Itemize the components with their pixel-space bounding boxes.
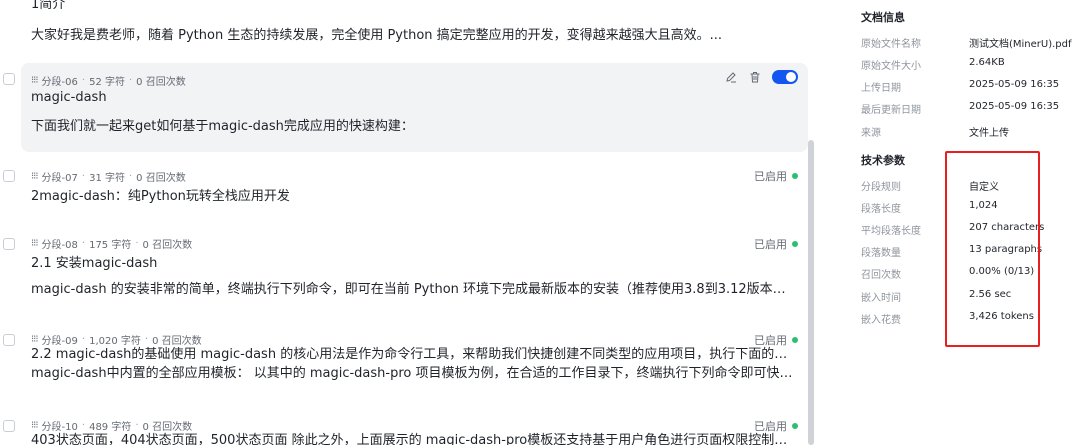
doc-info-row: 来源 文件上传	[861, 124, 1076, 139]
doc-info-row: 上传日期 2025-05-09 16:35	[861, 79, 1076, 94]
segment-id: 分段-08	[41, 240, 78, 251]
hash-icon: ⁝⁝⁝	[31, 171, 38, 182]
segment-checkbox[interactable]	[3, 73, 15, 85]
segment-body: 2.2 magic-dash的基础使用 magic-dash 的核心用法是作为命…	[31, 345, 794, 383]
doc-info-row: 原始文件大小 2.64KB	[861, 57, 1076, 72]
segment-checkbox[interactable]	[3, 334, 15, 346]
hash-icon: ⁝⁝⁝	[31, 420, 38, 431]
segment-item-06[interactable]: ⁝⁝⁝ 分段-06 · 52 字符 · 0 召回次数 magic-dash 下面…	[0, 63, 808, 153]
segment-card[interactable]: ⁝⁝⁝ 分段-08 · 175 字符 · 0 召回次数 已启用 2.1 安装ma…	[21, 233, 808, 303]
trash-icon[interactable]	[748, 70, 762, 84]
info-key: 来源	[861, 128, 881, 139]
segment-body: magic-dash 的安装非常的简单，终端执行下列命令，即可在当前 Pytho…	[31, 280, 794, 299]
segment-recalls: 0 召回次数	[136, 77, 186, 88]
segment-body-line: magic-dash中内置的全部应用模板： 以其中的 magic-dash-pr…	[31, 366, 794, 381]
segment-id: 分段-07	[41, 173, 78, 184]
hash-icon: ⁝⁝⁝	[31, 238, 38, 249]
info-value: 测试文档(MinerU).pdf	[969, 39, 1072, 50]
segment-checkbox[interactable]	[3, 238, 15, 250]
segment-recalls: 0 召回次数	[142, 240, 193, 251]
segment-item-08[interactable]: ⁝⁝⁝ 分段-08 · 175 字符 · 0 召回次数 已启用 2.1 安装ma…	[0, 233, 808, 303]
intro-text: 大家好我是费老师，随着 Python 生态的持续发展，完全使用 Python 搞…	[31, 28, 723, 43]
info-key: 上传日期	[861, 83, 901, 94]
doc-info-heading: 文档信息	[861, 11, 905, 24]
segment-body: 下面我们就一起来get如何基于magic-dash完成应用的快速构建：	[31, 117, 794, 136]
info-value: 2025-05-09 16:35	[969, 79, 1060, 90]
segment-status: 已启用	[754, 236, 798, 252]
segment-meta: ⁝⁝⁝ 分段-07 · 31 字符 · 0 召回次数	[31, 171, 186, 184]
doc-info-row: 最后更新日期 2025-05-09 16:35	[861, 101, 1076, 116]
info-key: 最后更新日期	[861, 105, 921, 116]
segment-body-line: magic-dash 的安装非常的简单，终端执行下列命令，即可在当前 Pytho…	[31, 282, 794, 297]
segment-card[interactable]: ⁝⁝⁝ 分段-09 · 1,020 字符 · 0 召回次数 已启用 2.2 ma…	[21, 329, 808, 389]
status-dot-icon	[792, 241, 798, 247]
status-dot-icon	[792, 423, 798, 429]
segment-card[interactable]: ⁝⁝⁝ 分段-10 · 489 字符 · 0 召回次数 已启用 403状态页面，…	[21, 415, 808, 445]
info-key: 原始文件名称	[861, 39, 921, 50]
highlight-annotation-box	[945, 151, 1040, 347]
segment-chars: 52 字符	[89, 77, 125, 88]
segment-checkbox[interactable]	[3, 170, 15, 182]
segment-item-10[interactable]: ⁝⁝⁝ 分段-10 · 489 字符 · 0 召回次数 已启用 403状态页面，…	[0, 415, 808, 445]
segment-chars: 31 字符	[89, 173, 125, 184]
segment-item-09[interactable]: ⁝⁝⁝ 分段-09 · 1,020 字符 · 0 召回次数 已启用 2.2 ma…	[0, 329, 808, 389]
segment-card[interactable]: ⁝⁝⁝ 分段-07 · 31 字符 · 0 召回次数 已启用 2magic-da…	[21, 165, 808, 210]
segment-body: 403状态页面，404状态页面，500状态页面 除此之外，上面展示的 magic…	[31, 431, 794, 445]
hash-icon: ⁝⁝⁝	[31, 75, 38, 86]
segment-recalls: 0 召回次数	[136, 173, 186, 184]
segment-meta: ⁝⁝⁝ 分段-08 · 175 字符 · 0 召回次数	[31, 238, 193, 251]
scrollbar-thumb[interactable]	[808, 140, 814, 445]
status-dot-icon	[792, 337, 798, 343]
segment-card[interactable]: ⁝⁝⁝ 分段-06 · 52 字符 · 0 召回次数 magic-dash 下面…	[21, 63, 808, 152]
status-dot-icon	[792, 173, 798, 179]
segment-id: 分段-06	[41, 77, 78, 88]
info-value: 文件上传	[969, 128, 1009, 139]
segment-title: magic-dash	[31, 90, 107, 105]
info-key: 原始文件大小	[861, 61, 921, 72]
status-label: 已启用	[754, 238, 787, 251]
doc-info-row: 原始文件名称 测试文档(MinerU).pdf	[861, 35, 1076, 50]
tech-params-heading: 技术参数	[861, 154, 905, 167]
segment-list-panel: 1简介 大家好我是费老师，随着 Python 生态的持续发展，完全使用 Pyth…	[0, 0, 812, 445]
info-value: 2.64KB	[969, 57, 1005, 68]
info-value: 2025-05-09 16:35	[969, 101, 1060, 112]
segment-title: 403状态页面，404状态页面，500状态页面 除此之外，上面展示的 magic…	[31, 433, 794, 445]
segment-title: 2magic-dash：纯Python玩转全栈应用开发	[31, 189, 290, 204]
status-label: 已启用	[754, 170, 787, 183]
segment-title: 2.1 安装magic-dash	[31, 256, 158, 271]
segment-status: 已启用	[754, 168, 798, 184]
segment-checkbox[interactable]	[3, 420, 15, 432]
segment-body-line: 下面我们就一起来get如何基于magic-dash完成应用的快速构建：	[31, 119, 414, 134]
segment-enable-toggle[interactable]	[772, 70, 798, 84]
edit-icon[interactable]	[724, 70, 738, 84]
section-title: 1简介	[31, 0, 66, 12]
segment-title: 2.2 magic-dash的基础使用 magic-dash 的核心用法是作为命…	[31, 347, 794, 362]
hash-icon: ⁝⁝⁝	[31, 334, 38, 345]
segment-meta: ⁝⁝⁝ 分段-06 · 52 字符 · 0 召回次数	[31, 75, 186, 88]
segment-chars: 175 字符	[89, 240, 132, 251]
segment-tools	[724, 70, 798, 84]
segment-item-07[interactable]: ⁝⁝⁝ 分段-07 · 31 字符 · 0 召回次数 已启用 2magic-da…	[0, 165, 808, 215]
